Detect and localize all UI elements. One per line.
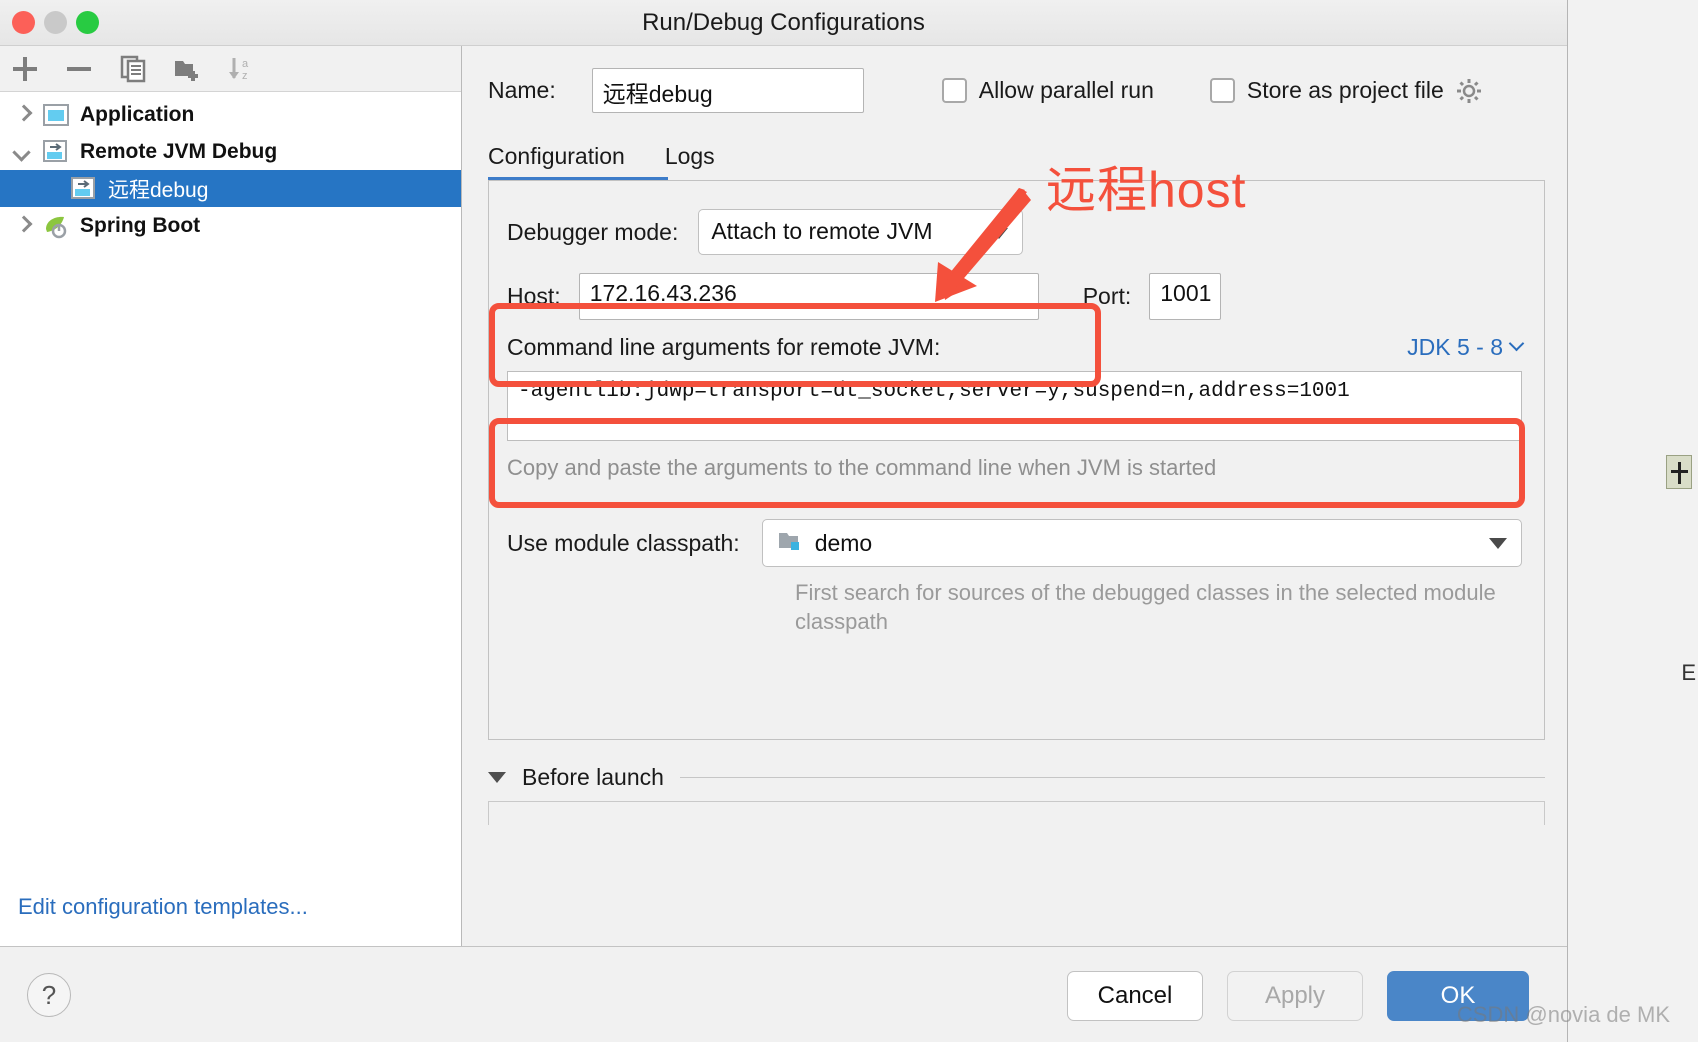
allow-parallel-run-label: Allow parallel run [978, 77, 1154, 103]
sort-alphabetically-icon[interactable]: a z [226, 54, 256, 84]
spring-boot-icon [42, 213, 70, 239]
ide-right-toolwindow-strip [1558, 0, 1698, 1042]
checkbox-box[interactable] [1209, 78, 1235, 103]
application-icon [42, 102, 70, 128]
tree-item-label: Remote JVM Debug [80, 139, 278, 163]
tree-item-label: Spring Boot [80, 213, 201, 237]
command-line-arguments-input[interactable]: -agentlib:jdwp=transport=dt_socket,serve… [507, 371, 1522, 441]
configurations-sidebar: a z Application Remote JVM Debug 远程debug… [0, 46, 462, 946]
chevron-right-icon[interactable] [10, 102, 36, 128]
chevron-down-icon[interactable] [1489, 538, 1507, 549]
annotation-callout-text: 远程host [1046, 162, 1247, 218]
remove-icon[interactable] [64, 54, 94, 84]
configurations-tree: Application Remote JVM Debug 远程debug Spr… [0, 92, 461, 894]
run-debug-configurations-dialog: Run/Debug Configurations a z Application… [0, 0, 1568, 1042]
jdk-version-label: JDK 5 - 8 [1407, 334, 1503, 360]
tree-item-yuancheng-debug[interactable]: 远程debug [0, 170, 461, 207]
port-label: Port: [1082, 283, 1132, 309]
section-divider [679, 777, 1545, 778]
help-button[interactable]: ? [27, 973, 71, 1017]
remote-jvm-icon [42, 139, 70, 165]
dialog-buttons: Cancel Apply OK [1067, 971, 1529, 1021]
module-folder-icon [777, 529, 803, 558]
use-module-classpath-row: Use module classpath: demo [489, 481, 1544, 567]
before-launch-list [488, 801, 1545, 825]
remote-jvm-icon [70, 176, 98, 202]
command-line-label-row: Command line arguments for remote JVM: J… [489, 320, 1544, 361]
chevron-right-icon[interactable] [10, 213, 36, 239]
ide-database-icon [1666, 455, 1692, 489]
add-icon[interactable] [10, 54, 40, 84]
name-row: Name: 远程debug Allow parallel run Store a… [462, 46, 1567, 113]
store-as-project-file-label: Store as project file [1246, 77, 1444, 103]
svg-text:z: z [242, 70, 248, 82]
gear-icon[interactable] [1456, 78, 1482, 104]
tab-configuration[interactable]: Configuration [488, 143, 625, 180]
store-as-project-file-checkbox[interactable]: Store as project file [1209, 77, 1444, 104]
before-launch-label: Before launch [522, 764, 664, 790]
dialog-footer: ? Cancel Apply OK [0, 946, 1567, 1042]
module-name: demo [814, 529, 873, 556]
configuration-form: Name: 远程debug Allow parallel run Store a… [462, 46, 1567, 946]
debugger-mode-value: Attach to remote JVM [711, 218, 933, 244]
name-label: Name: [488, 77, 556, 103]
tree-item-label: 远程debug [108, 178, 209, 202]
debugger-mode-label: Debugger mode: [507, 218, 679, 245]
tree-item-spring-boot[interactable]: Spring Boot [0, 207, 461, 244]
new-folder-icon[interactable] [172, 54, 202, 84]
name-input[interactable]: 远程debug [591, 68, 864, 113]
dialog-body: a z Application Remote JVM Debug 远程debug… [0, 46, 1567, 946]
cancel-button[interactable]: Cancel [1067, 971, 1203, 1021]
allow-parallel-run-checkbox[interactable]: Allow parallel run [941, 77, 1154, 104]
port-input[interactable]: 1001 [1149, 273, 1222, 320]
edit-configuration-templates-link[interactable]: Edit configuration templates... [0, 894, 461, 946]
tab-logs[interactable]: Logs [665, 143, 715, 180]
before-launch-section[interactable]: Before launch [488, 764, 1545, 791]
annotation-arrow-icon [935, 188, 1031, 302]
copy-icon[interactable] [118, 54, 148, 84]
command-line-hint: Copy and paste the arguments to the comm… [507, 455, 1217, 480]
apply-button[interactable]: Apply [1227, 971, 1363, 1021]
ide-toolwindow-label: E [1681, 660, 1696, 685]
tree-item-application[interactable]: Application [0, 96, 461, 133]
triangle-down-icon[interactable] [488, 772, 506, 783]
dialog-title: Run/Debug Configurations [642, 9, 925, 36]
use-module-classpath-label: Use module classpath: [507, 529, 740, 556]
chevron-down-icon[interactable] [10, 139, 36, 165]
jdk-version-dropdown[interactable]: JDK 5 - 8 [1407, 334, 1525, 361]
svg-text:a: a [242, 58, 249, 70]
form-tabs: Configuration Logs [488, 143, 1567, 182]
tree-item-label: Application [80, 102, 195, 126]
dialog-titlebar: Run/Debug Configurations [0, 0, 1567, 46]
ok-button[interactable]: OK [1387, 971, 1529, 1021]
module-classpath-hint: First search for sources of the debugged… [795, 580, 1496, 634]
checkbox-box[interactable] [941, 78, 967, 103]
module-classpath-select[interactable]: demo [761, 519, 1522, 567]
sidebar-toolbar: a z [0, 46, 461, 92]
tree-item-remote-jvm-debug[interactable]: Remote JVM Debug [0, 133, 461, 170]
command-line-label: Command line arguments for remote JVM: [507, 334, 941, 360]
host-label: Host: [507, 283, 561, 309]
chevron-down-icon[interactable] [1508, 335, 1525, 352]
